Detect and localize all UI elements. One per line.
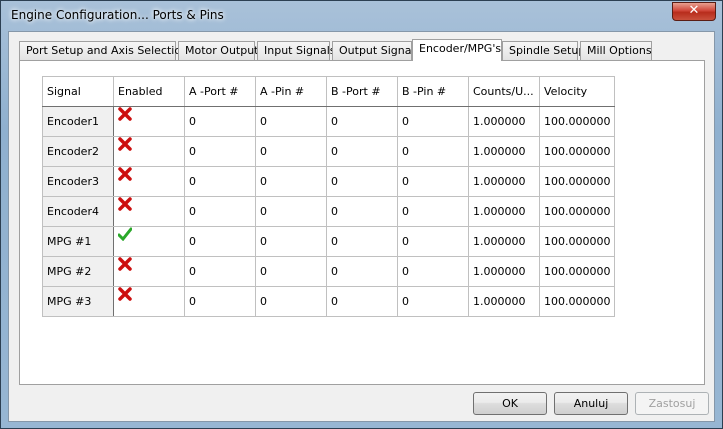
enabled-cell[interactable] <box>113 196 185 227</box>
counts-cell[interactable]: 1.000000 <box>468 136 540 167</box>
b-port-cell[interactable]: 0 <box>326 166 398 197</box>
counts-cell[interactable]: 1.000000 <box>468 286 540 317</box>
velocity-cell[interactable]: 100.000000 <box>538 196 616 227</box>
table-row: Encoder4 0 0 0 0 1.000000 100.000000 <box>42 196 616 227</box>
counts-cell[interactable]: 1.000000 <box>468 256 540 287</box>
tab-port-setup[interactable]: Port Setup and Axis Selection <box>19 41 188 60</box>
velocity-cell[interactable]: 100.000000 <box>538 226 616 257</box>
b-pin-cell[interactable]: 0 <box>397 256 469 287</box>
enabled-cell[interactable] <box>113 136 185 167</box>
signal-name-cell: MPG #1 <box>42 226 114 257</box>
signal-name-cell: Encoder4 <box>42 196 114 227</box>
a-pin-cell[interactable]: 0 <box>255 166 327 197</box>
red-x-icon <box>118 107 132 121</box>
signal-name-cell: Encoder3 <box>42 166 114 197</box>
grid-body: Encoder1 0 0 0 0 1.000000 100.000000 Encoder2 0 0… <box>42 106 616 317</box>
tab-mill-options[interactable]: Mill Options <box>580 41 652 60</box>
b-port-cell[interactable]: 0 <box>326 256 398 287</box>
col-header-signal: Signal <box>42 76 114 107</box>
col-header-a-pin: A -Pin # <box>255 76 327 107</box>
b-pin-cell[interactable]: 0 <box>397 166 469 197</box>
velocity-cell[interactable]: 100.000000 <box>538 256 616 287</box>
red-x-icon <box>118 167 132 181</box>
b-pin-cell[interactable]: 0 <box>397 286 469 317</box>
table-row: MPG #3 0 0 0 0 1.000000 100.000000 <box>42 286 616 317</box>
a-port-cell[interactable]: 0 <box>184 256 256 287</box>
a-pin-cell[interactable]: 0 <box>255 106 327 137</box>
a-pin-cell[interactable]: 0 <box>255 286 327 317</box>
encoder-mpg-panel: Signal Enabled A -Port # A -Pin # B -Por… <box>19 60 705 385</box>
velocity-cell[interactable]: 100.000000 <box>538 166 616 197</box>
b-pin-cell[interactable]: 0 <box>397 196 469 227</box>
table-row: Encoder2 0 0 0 0 1.000000 100.000000 <box>42 136 616 167</box>
enabled-cell[interactable] <box>113 256 185 287</box>
table-row: Encoder3 0 0 0 0 1.000000 100.000000 <box>42 166 616 197</box>
velocity-cell[interactable]: 100.000000 <box>538 286 616 317</box>
b-port-cell[interactable]: 0 <box>326 106 398 137</box>
enabled-cell[interactable] <box>113 226 185 257</box>
tab-encoder-mpgs[interactable]: Encoder/MPG's <box>412 39 502 61</box>
close-button[interactable]: ✕ <box>672 2 716 21</box>
signal-grid-container: Signal Enabled A -Port # A -Pin # B -Por… <box>42 76 616 317</box>
red-x-icon <box>118 287 132 301</box>
green-check-icon <box>118 227 132 241</box>
table-row: Encoder1 0 0 0 0 1.000000 100.000000 <box>42 106 616 137</box>
a-pin-cell[interactable]: 0 <box>255 226 327 257</box>
counts-cell[interactable]: 1.000000 <box>468 196 540 227</box>
a-pin-cell[interactable]: 0 <box>255 136 327 167</box>
a-port-cell[interactable]: 0 <box>184 226 256 257</box>
velocity-cell[interactable]: 100.000000 <box>538 136 616 167</box>
col-header-b-pin: B -Pin # <box>397 76 469 107</box>
signal-name-cell: Encoder1 <box>42 106 114 137</box>
signal-grid: Signal Enabled A -Port # A -Pin # B -Por… <box>42 76 616 317</box>
title-bar[interactable]: Engine Configuration... Ports & Pins ✕ <box>1 1 722 31</box>
counts-cell[interactable]: 1.000000 <box>468 166 540 197</box>
apply-button[interactable]: Zastosuj <box>635 392 709 415</box>
col-header-b-port: B -Port # <box>326 76 398 107</box>
dialog-window: Engine Configuration... Ports & Pins ✕ P… <box>0 0 723 429</box>
b-port-cell[interactable]: 0 <box>326 226 398 257</box>
grid-header-row: Signal Enabled A -Port # A -Pin # B -Por… <box>42 76 616 107</box>
a-port-cell[interactable]: 0 <box>184 106 256 137</box>
a-port-cell[interactable]: 0 <box>184 196 256 227</box>
tab-input-signals[interactable]: Input Signals <box>257 41 336 60</box>
a-port-cell[interactable]: 0 <box>184 136 256 167</box>
col-header-velocity: Velocity <box>538 76 616 107</box>
b-port-cell[interactable]: 0 <box>326 286 398 317</box>
enabled-cell[interactable] <box>113 106 185 137</box>
dialog-client-area: Port Setup and Axis Selection Motor Outp… <box>8 31 715 422</box>
signal-name-cell: MPG #2 <box>42 256 114 287</box>
red-x-icon <box>118 137 132 151</box>
signal-name-cell: MPG #3 <box>42 286 114 317</box>
red-x-icon <box>118 197 132 211</box>
table-row: MPG #2 0 0 0 0 1.000000 100.000000 <box>42 256 616 287</box>
a-port-cell[interactable]: 0 <box>184 286 256 317</box>
counts-cell[interactable]: 1.000000 <box>468 226 540 257</box>
tab-spindle-setup[interactable]: Spindle Setup <box>502 41 585 60</box>
col-header-enabled: Enabled <box>113 76 185 107</box>
b-port-cell[interactable]: 0 <box>326 196 398 227</box>
col-header-counts: Counts/U... <box>468 76 540 107</box>
table-row: MPG #1 0 0 0 0 1.000000 100.000000 <box>42 226 616 257</box>
a-pin-cell[interactable]: 0 <box>255 256 327 287</box>
enabled-cell[interactable] <box>113 166 185 197</box>
counts-cell[interactable]: 1.000000 <box>468 106 540 137</box>
tab-output-signals[interactable]: Output Signals <box>332 41 420 60</box>
b-port-cell[interactable]: 0 <box>326 136 398 167</box>
window-title: Engine Configuration... Ports & Pins <box>11 8 224 22</box>
signal-name-cell: Encoder2 <box>42 136 114 167</box>
a-port-cell[interactable]: 0 <box>184 166 256 197</box>
velocity-cell[interactable]: 100.000000 <box>538 106 616 137</box>
red-x-icon <box>118 257 132 271</box>
b-pin-cell[interactable]: 0 <box>397 106 469 137</box>
b-pin-cell[interactable]: 0 <box>397 226 469 257</box>
cancel-button[interactable]: Anuluj <box>554 392 628 415</box>
enabled-cell[interactable] <box>113 286 185 317</box>
tab-motor-outputs[interactable]: Motor Outputs <box>178 41 264 60</box>
a-pin-cell[interactable]: 0 <box>255 196 327 227</box>
ok-button[interactable]: OK <box>473 392 547 415</box>
col-header-a-port: A -Port # <box>184 76 256 107</box>
b-pin-cell[interactable]: 0 <box>397 136 469 167</box>
